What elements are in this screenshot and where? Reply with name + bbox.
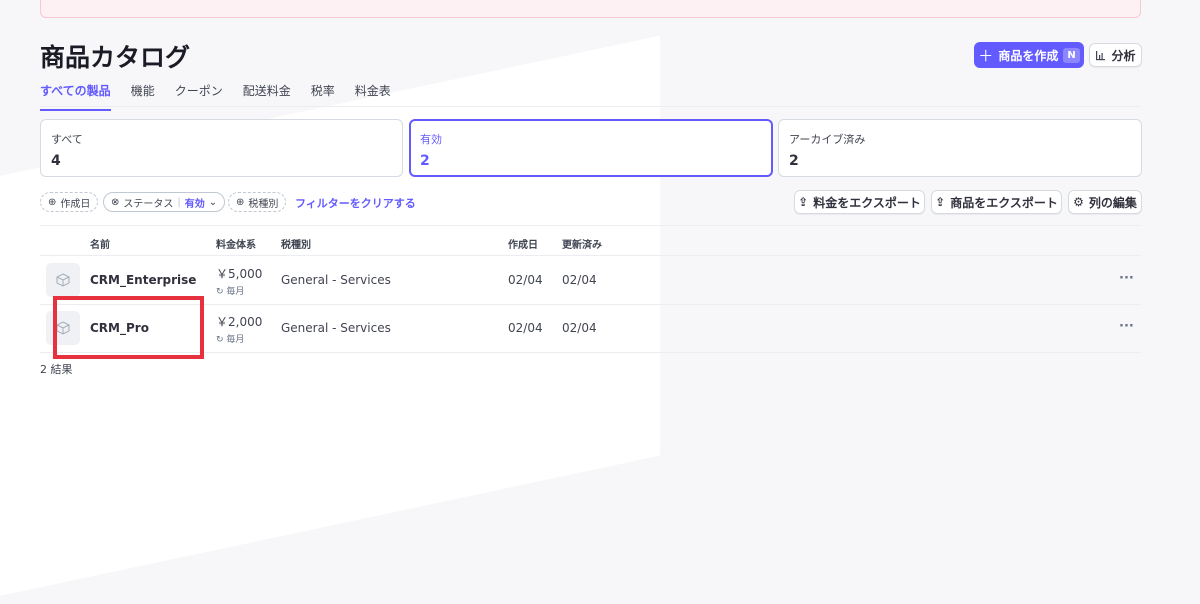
summary-card-all[interactable]: すべて 4	[40, 119, 403, 177]
filter-status-value: 有効	[184, 198, 205, 210]
card-count: 2	[789, 153, 799, 169]
column-header-updated[interactable]: 更新済み	[562, 236, 602, 251]
filter-created-chip[interactable]: ⊕ 作成日	[40, 192, 99, 212]
header-divider	[40, 255, 1141, 256]
filter-created-label: 作成日	[60, 198, 91, 210]
create-product-button[interactable]: ＋ 商品を作成 N	[974, 42, 1084, 68]
filter-separator: |	[177, 196, 181, 208]
chevron-down-icon: ⌄	[208, 196, 218, 208]
shortcut-badge: N	[1063, 47, 1080, 63]
export-products-button[interactable]: ⇪ 商品をエクスポート	[931, 190, 1062, 214]
column-header-pricing[interactable]: 料金体系	[216, 236, 256, 251]
card-label: すべて	[51, 133, 83, 146]
notice-banner	[40, 0, 1141, 18]
column-header-created[interactable]: 作成日	[508, 236, 538, 251]
price-interval: ↻ 毎月	[216, 332, 244, 345]
column-header-tax[interactable]: 税種別	[281, 236, 311, 251]
gear-icon: ⚙	[1073, 195, 1084, 209]
row-more-icon[interactable]: ···	[1119, 319, 1134, 334]
export-icon: ⇪	[798, 195, 809, 209]
page-title: 商品カタログ	[40, 43, 191, 72]
price-interval-label: 毎月	[226, 287, 245, 297]
card-count: 4	[51, 153, 61, 169]
row-divider	[40, 304, 1141, 305]
price-interval-label: 毎月	[226, 335, 245, 345]
plus-icon: ＋	[978, 46, 994, 65]
product-created: 02/04	[508, 321, 543, 335]
results-count: 2 結果	[40, 363, 73, 376]
recurring-icon: ↻	[216, 287, 224, 297]
card-label: 有効	[420, 133, 442, 146]
analytics-label: 分析	[1111, 48, 1136, 63]
filter-status-chip[interactable]: ⊗ ステータス | 有効 ⌄	[103, 192, 226, 212]
product-tax: General - Services	[281, 273, 391, 287]
product-created: 02/04	[508, 273, 543, 287]
product-name[interactable]: CRM_Enterprise	[90, 273, 196, 287]
filter-tax-label: 税種別	[248, 198, 279, 210]
product-thumbnail[interactable]	[46, 263, 80, 297]
summary-card-active[interactable]: 有効 2	[409, 119, 773, 177]
plus-circle-icon: ⊕	[48, 196, 57, 208]
product-price: ￥2,000	[216, 315, 263, 329]
bar-chart-icon	[1096, 50, 1106, 60]
clear-filters-link[interactable]: フィルターをクリアする	[295, 195, 416, 211]
export-products-label: 商品をエクスポート	[950, 195, 1058, 210]
recurring-icon: ↻	[216, 335, 224, 345]
card-count: 2	[420, 153, 430, 169]
column-header-name[interactable]: 名前	[90, 236, 110, 251]
product-updated: 02/04	[562, 321, 597, 335]
box-icon	[56, 273, 70, 287]
export-prices-button[interactable]: ⇪ 料金をエクスポート	[794, 190, 925, 214]
row-divider	[40, 352, 1141, 353]
analytics-button[interactable]: 分析	[1089, 43, 1142, 67]
edit-columns-button[interactable]: ⚙ 列の編集	[1068, 190, 1142, 214]
filter-tax-chip[interactable]: ⊕ 税種別	[228, 192, 287, 212]
table-top-divider	[40, 225, 1141, 226]
plus-circle-icon: ⊕	[236, 196, 245, 208]
x-circle-icon: ⊗	[111, 196, 120, 208]
highlight-annotation-box	[53, 296, 204, 359]
export-icon: ⇪	[935, 195, 946, 209]
product-tax: General - Services	[281, 321, 391, 335]
row-more-icon[interactable]: ···	[1119, 271, 1134, 286]
export-prices-label: 料金をエクスポート	[813, 195, 921, 210]
price-interval: ↻ 毎月	[216, 284, 244, 297]
create-product-label: 商品を作成	[998, 48, 1059, 63]
product-price: ￥5,000	[216, 267, 263, 281]
card-label: アーカイブ済み	[789, 133, 866, 146]
edit-columns-label: 列の編集	[1088, 195, 1137, 210]
filter-status-label: ステータス	[123, 198, 174, 210]
summary-card-archived[interactable]: アーカイブ済み 2	[778, 119, 1142, 177]
product-updated: 02/04	[562, 273, 597, 287]
tabs-divider	[40, 106, 1141, 107]
